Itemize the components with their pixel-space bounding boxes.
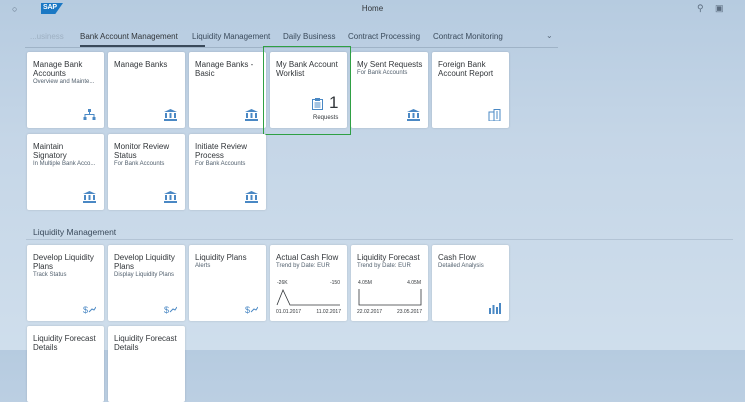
chevron-down-icon[interactable]: ⌄ (546, 31, 553, 40)
tab-contract-monitoring[interactable]: Contract Monitoring (433, 32, 503, 41)
tile-liquidity-forecast[interactable]: Liquidity Forecast Trend by Date: EUR 4.0… (351, 245, 428, 321)
search-icon[interactable]: ⚲ (697, 3, 704, 14)
notifications-icon[interactable]: ▣ (715, 3, 724, 14)
section-title-liquidity-management: Liquidity Management (33, 227, 117, 237)
tile-liquidity-plans-alerts[interactable]: Liquidity Plans Alerts $ (189, 245, 266, 321)
bar-chart-icon (489, 303, 501, 314)
tab-daily-business[interactable]: Daily Business (283, 32, 335, 41)
tab-liquidity-management[interactable]: Liquidity Management (192, 32, 270, 41)
bank-icon (164, 191, 177, 203)
spark-line (358, 289, 422, 306)
money-trend-icon: $ (245, 305, 258, 314)
money-trend-icon: $ (83, 305, 96, 314)
tile-manage-bank-accounts[interactable]: Manage Bank Accounts Overview and Mainte.… (27, 52, 104, 128)
spark-start-value: 4.05M (358, 280, 372, 286)
tab-bank-account-management[interactable]: Bank Account Management (80, 32, 178, 41)
tile-develop-liquidity-plans-track[interactable]: Develop Liquidity Plans Track Status $ (27, 245, 104, 321)
svg-text:$: $ (164, 305, 169, 314)
spark-start-date: 01.01.2017 (276, 309, 302, 315)
tile-develop-liquidity-plans-display[interactable]: Develop Liquidity Plans Display Liquidity… (108, 245, 185, 321)
tile-initiate-review-process[interactable]: Initiate Review Process For Bank Accounts (189, 134, 266, 210)
tile-my-sent-requests[interactable]: My Sent Requests For Bank Accounts (351, 52, 428, 128)
spark-end-date: 11.02.2017 (316, 309, 341, 315)
bank-icon (245, 109, 258, 121)
tab-contract-processing[interactable]: Contract Processing (348, 32, 420, 41)
svg-text:$: $ (245, 305, 250, 314)
spark-end-date: 23.05.2017 (396, 309, 422, 315)
tab-business[interactable]: ...usiness (30, 32, 64, 41)
cash-flow-sparkline: -26K -150 01.01.2017 11.02.2017 (276, 280, 341, 315)
building-icon (488, 109, 501, 121)
group-tab-bar: ...usiness Bank Account Management Liqui… (25, 27, 558, 48)
tile-cash-flow[interactable]: Cash Flow Detailed Analysis (432, 245, 509, 321)
section-divider (26, 239, 733, 240)
tile-focus-highlight (263, 46, 351, 135)
svg-text:$: $ (83, 305, 88, 314)
page-title: Home (361, 4, 384, 13)
tile-actual-cash-flow[interactable]: Actual Cash Flow Trend by Date: EUR -26K … (270, 245, 347, 321)
tile-manage-banks[interactable]: Manage Banks (108, 52, 185, 128)
tile-monitor-review-status[interactable]: Monitor Review Status For Bank Accounts (108, 134, 185, 210)
spark-end-value: 4.05M (407, 280, 421, 286)
spark-end-value: -150 (329, 280, 340, 286)
bank-icon (245, 191, 258, 203)
bank-icon (164, 109, 177, 121)
tile-liquidity-forecast-details-1[interactable]: Liquidity Forecast Details (27, 326, 104, 402)
tile-maintain-signatory[interactable]: Maintain Signatory In Multiple Bank Acco.… (27, 134, 104, 210)
shell-bar: ○ SAP Home ⚲ ▣ (0, 0, 745, 20)
spark-line (276, 288, 340, 306)
tile-foreign-bank-account-report[interactable]: Foreign Bank Account Report (432, 52, 509, 128)
hierarchy-icon (83, 109, 96, 120)
bank-icon (83, 191, 96, 203)
tile-manage-banks-basic[interactable]: Manage Banks - Basic (189, 52, 266, 128)
spark-start-date: 22.02.2017 (357, 309, 383, 315)
money-trend-icon: $ (164, 305, 177, 314)
selected-tab-indicator (80, 45, 205, 47)
forecast-sparkline: 4.05M 4.05M 22.02.2017 23.05.2017 (357, 280, 422, 315)
bank-icon (407, 109, 420, 121)
tile-liquidity-forecast-details-2[interactable]: Liquidity Forecast Details (108, 326, 185, 402)
spark-start-value: -26K (277, 280, 288, 286)
